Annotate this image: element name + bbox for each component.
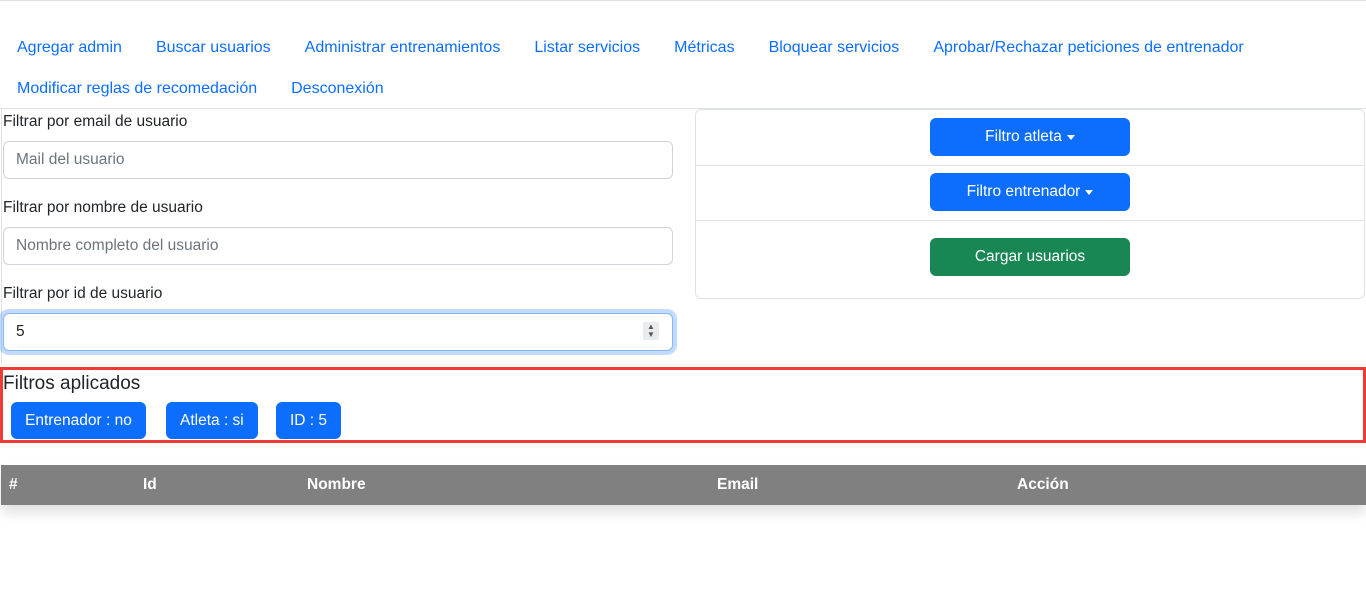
email-filter-label: Filtrar por email de usuario	[3, 113, 188, 130]
applied-filters-section: Filtros aplicados Entrenador : no Atleta…	[0, 367, 1366, 443]
chip-id[interactable]: ID : 5	[276, 402, 342, 439]
column-header-index: #	[9, 476, 18, 493]
nav-modificar-reglas[interactable]: Modificar reglas de recomedación	[0, 80, 274, 98]
top-border	[0, 0, 1366, 1]
nav-aprobar-rechazar-peticiones[interactable]: Aprobar/Rechazar peticiones de entrenado…	[916, 39, 1260, 57]
caret-down-icon	[1066, 134, 1075, 140]
column-header-email: Email	[717, 476, 759, 493]
nav-administrar-entrenamientos[interactable]: Administrar entrenamientos	[288, 39, 518, 57]
column-header-nombre: Nombre	[307, 476, 366, 493]
name-filter-input[interactable]	[3, 227, 673, 265]
athlete-filter-label: Filtro atleta	[985, 128, 1062, 145]
load-users-button[interactable]: Cargar usuarios	[930, 238, 1130, 276]
card-separator	[696, 220, 1364, 221]
email-filter-input[interactable]	[3, 141, 673, 179]
trainer-filter-row: Filtro entrenador	[696, 173, 1364, 211]
trainer-filter-dropdown[interactable]: Filtro entrenador	[930, 173, 1130, 211]
trainer-filter-label: Filtro entrenador	[966, 183, 1081, 200]
number-spinner-icon[interactable]: ▲ ▼	[643, 322, 659, 340]
users-table-header: # Id Nombre Email Acción	[1, 465, 1366, 505]
column-header-accion: Acción	[1017, 476, 1069, 493]
nav-agregar-admin[interactable]: Agregar admin	[0, 39, 139, 57]
role-filters-card: Filtro atleta Filtro entrenador Cargar u…	[695, 109, 1365, 299]
name-filter-label: Filtrar por nombre de usuario	[3, 199, 203, 216]
nav-metricas[interactable]: Métricas	[657, 39, 751, 57]
nav-desconexion[interactable]: Desconexión	[274, 80, 401, 98]
chip-entrenador[interactable]: Entrenador : no	[11, 402, 146, 439]
chip-atleta[interactable]: Atleta : si	[166, 402, 258, 439]
id-filter-wrapper: ▲▼	[3, 313, 673, 351]
nav-buscar-usuarios[interactable]: Buscar usuarios	[139, 39, 288, 57]
nav-listar-servicios[interactable]: Listar servicios	[517, 39, 657, 57]
nav-bloquear-servicios[interactable]: Bloquear servicios	[752, 39, 917, 57]
nav-row-1: Agregar admin Buscar usuarios Administra…	[0, 28, 1366, 68]
caret-down-icon	[1085, 189, 1094, 195]
athlete-filter-dropdown[interactable]: Filtro atleta	[930, 118, 1130, 156]
id-filter-input[interactable]	[3, 313, 673, 351]
applied-filters-title: Filtros aplicados	[3, 373, 141, 394]
column-header-id: Id	[143, 476, 157, 493]
athlete-filter-row: Filtro atleta	[696, 118, 1364, 156]
id-filter-label: Filtrar por id de usuario	[3, 285, 163, 302]
admin-navbar: Agregar admin Buscar usuarios Administra…	[0, 28, 1366, 109]
load-users-row: Cargar usuarios	[696, 238, 1364, 276]
search-filters-panel: Filtrar por email de usuario Filtrar por…	[1, 109, 694, 364]
card-separator	[696, 165, 1364, 166]
nav-row-2: Modificar reglas de recomedación Descone…	[0, 69, 1366, 109]
